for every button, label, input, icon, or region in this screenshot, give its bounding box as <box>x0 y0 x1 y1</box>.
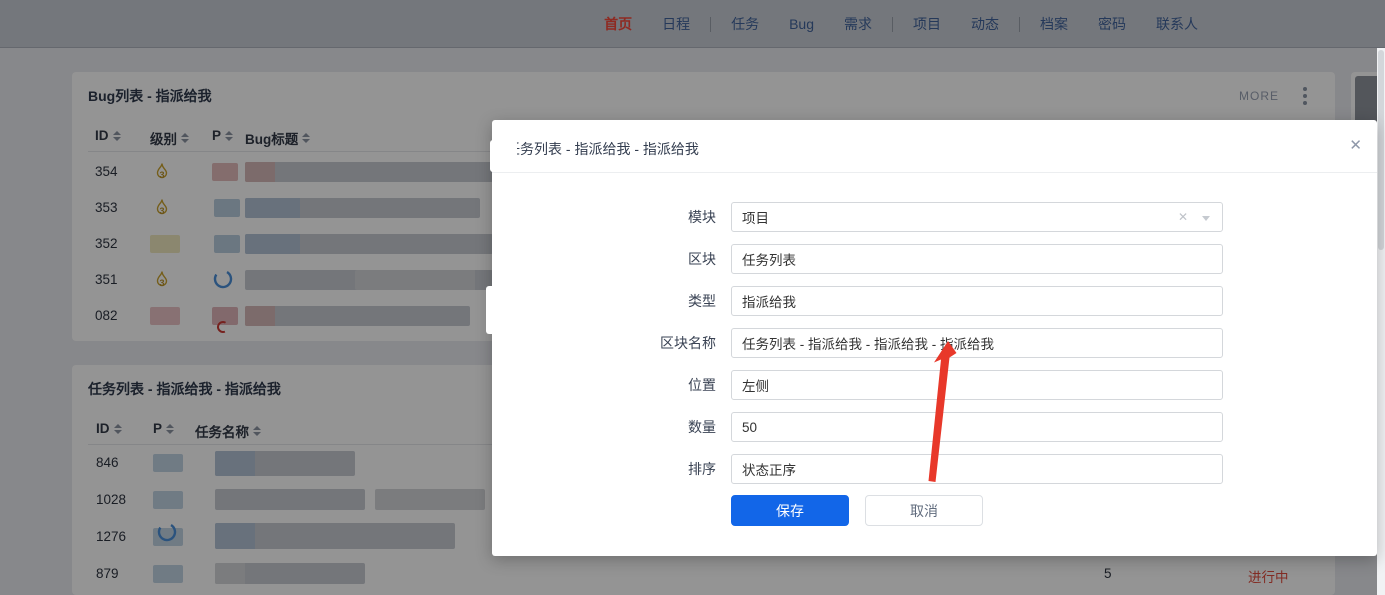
dashboard-screen: 首页 日程 任务 Bug 需求 项目 动态 档案 密码 联系人 Bug列表 - … <box>0 0 1385 595</box>
censor-patch <box>490 140 517 172</box>
type-value: 指派给我 <box>742 295 796 310</box>
block-name-input[interactable] <box>731 328 1223 358</box>
count-input[interactable] <box>731 412 1223 442</box>
sort-label: 排序 <box>688 461 716 477</box>
sort-value: 状态正序 <box>742 463 796 478</box>
scrollbar-thumb[interactable] <box>1378 50 1384 250</box>
scrollbar[interactable] <box>1377 48 1385 595</box>
position-value: 左侧 <box>742 379 769 394</box>
sort-select[interactable]: 状态正序 <box>731 454 1223 484</box>
chevron-down-icon <box>1202 216 1210 221</box>
modal-divider <box>492 172 1377 173</box>
module-value: 项目 <box>742 211 769 226</box>
type-label: 类型 <box>688 293 716 309</box>
cancel-button[interactable]: 取消 <box>865 495 983 526</box>
module-label: 模块 <box>688 209 716 225</box>
block-value: 任务列表 <box>742 253 796 268</box>
save-button[interactable]: 保存 <box>731 495 849 526</box>
block-settings-modal: 任务列表 - 指派给我 - 指派给我 ✕ 模块 项目 ✕ 区块 任务列表 ✕ 类… <box>492 120 1377 556</box>
modal-title: 任务列表 - 指派给我 - 指派给我 <box>506 141 699 157</box>
type-select[interactable]: 指派给我 <box>731 286 1223 471</box>
close-icon[interactable]: ✕ <box>1349 136 1362 154</box>
block-label: 区块 <box>688 251 716 267</box>
count-label: 数量 <box>688 419 716 435</box>
block-select[interactable]: 任务列表 ✕ <box>731 244 1223 390</box>
position-select[interactable]: 左侧 <box>731 370 1223 400</box>
clear-icon[interactable]: ✕ <box>1178 210 1188 224</box>
block-name-label: 区块名称 <box>660 335 716 351</box>
censor-patch <box>486 286 498 334</box>
module-select[interactable]: 项目 ✕ <box>731 202 1223 232</box>
position-label: 位置 <box>688 377 716 393</box>
